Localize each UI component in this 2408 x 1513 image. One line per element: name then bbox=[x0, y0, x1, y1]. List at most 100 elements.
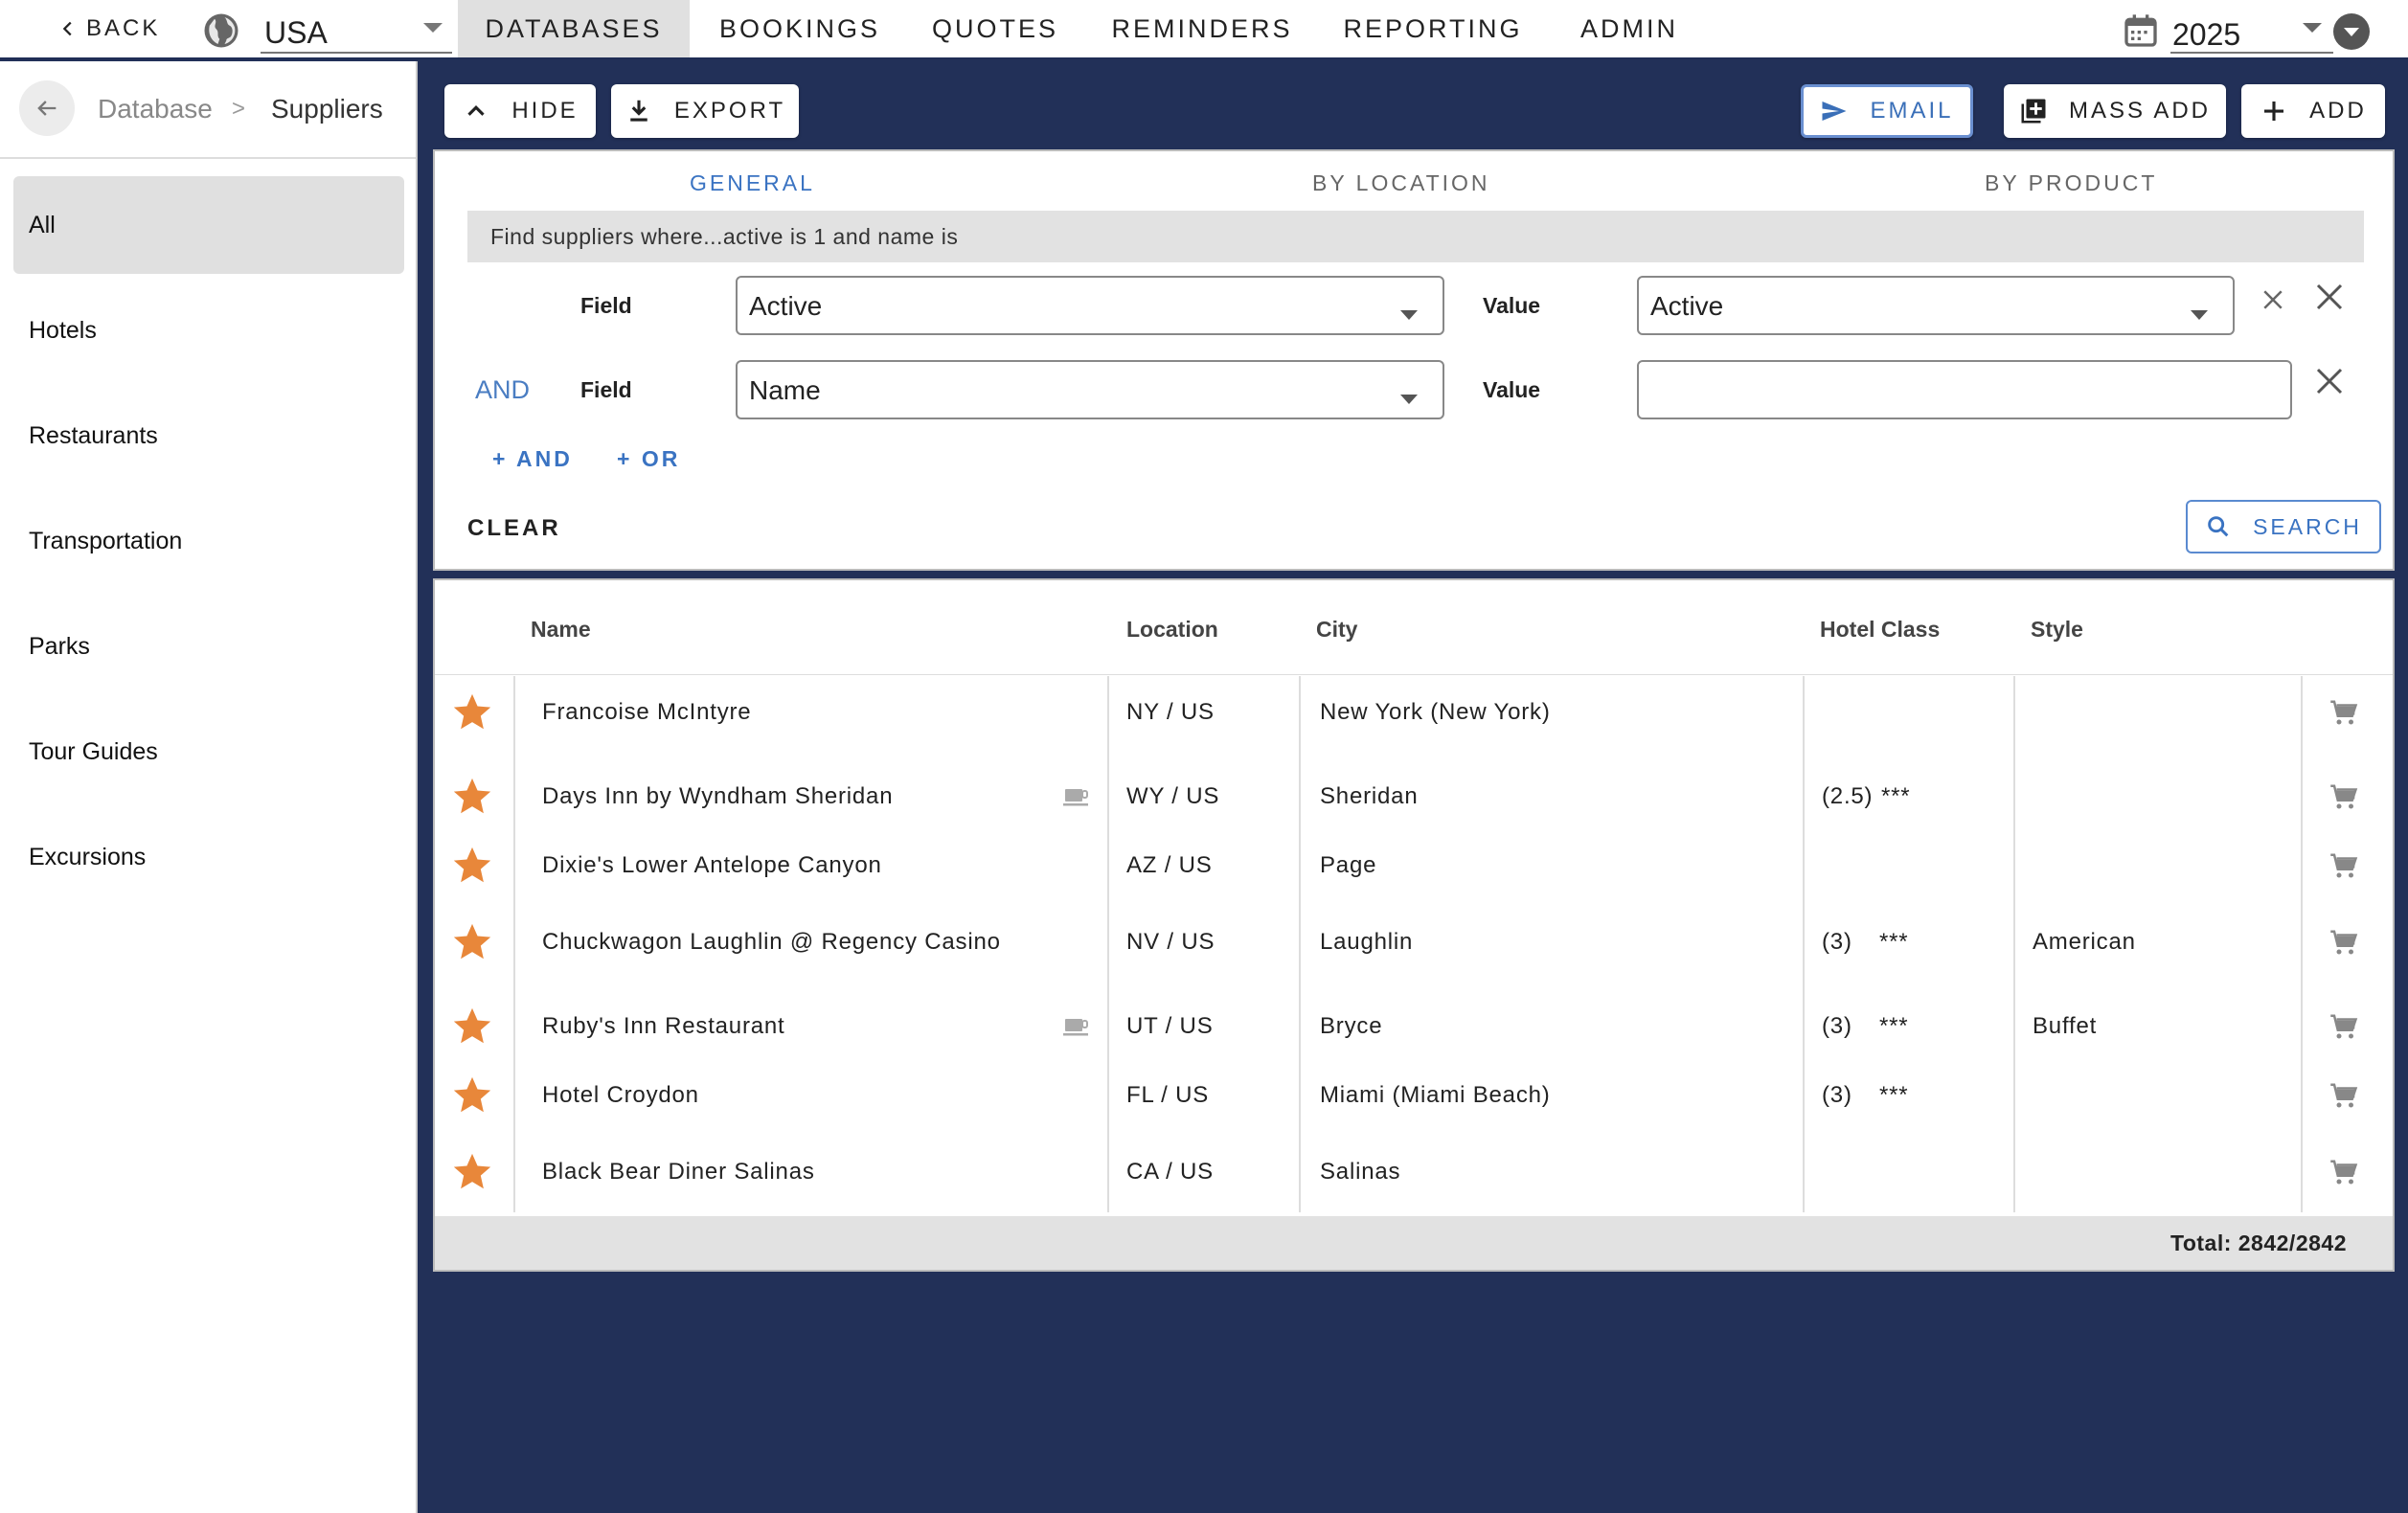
field-label: Field bbox=[580, 293, 632, 318]
cell-hotel-stars: *** bbox=[1879, 929, 1909, 955]
divider bbox=[0, 157, 416, 159]
tab-general[interactable]: GENERAL bbox=[690, 170, 815, 196]
cell-name[interactable]: Dixie's Lower Antelope Canyon bbox=[542, 852, 882, 879]
nav-tab-admin[interactable]: ADMIN bbox=[1567, 0, 1692, 57]
cell-city: Page bbox=[1320, 852, 1377, 878]
cell-city: Miami (Miami Beach) bbox=[1320, 1082, 1551, 1108]
field-select[interactable]: Name bbox=[736, 360, 1444, 419]
table-row[interactable]: Ruby's Inn Restaurant UT / US Bryce (3) … bbox=[435, 994, 2393, 1061]
tab-by-location[interactable]: BY LOCATION bbox=[1312, 170, 1490, 196]
divider bbox=[435, 674, 2393, 675]
cell-name[interactable]: Ruby's Inn Restaurant bbox=[542, 1013, 785, 1040]
column-header-name[interactable]: Name bbox=[531, 617, 591, 643]
cell-location: AZ / US bbox=[1126, 852, 1213, 878]
breadcrumb-back-button[interactable] bbox=[19, 80, 75, 136]
add-and-button[interactable]: + AND bbox=[492, 446, 573, 472]
field-select-value: Active bbox=[749, 291, 823, 321]
clear-button[interactable]: CLEAR bbox=[467, 515, 561, 542]
hide-button[interactable]: HIDE bbox=[444, 84, 596, 138]
cell-hotel-class: (3) bbox=[1822, 1082, 1852, 1108]
favorite-star-icon[interactable] bbox=[450, 844, 494, 888]
arrow-left-icon bbox=[37, 101, 57, 116]
nav-tab-reporting[interactable]: REPORTING bbox=[1339, 0, 1527, 57]
back-button[interactable]: BACK bbox=[57, 15, 160, 42]
favorite-star-icon[interactable] bbox=[450, 920, 494, 964]
calendar-icon bbox=[2124, 14, 2157, 47]
value-label: Value bbox=[1483, 377, 1541, 402]
hide-label: HIDE bbox=[511, 98, 579, 124]
sidebar-item-transportation[interactable]: Transportation bbox=[13, 492, 404, 590]
cell-hotel-stars: *** bbox=[1879, 1082, 1909, 1108]
cart-icon[interactable] bbox=[2329, 1012, 2358, 1041]
year-value: 2025 bbox=[2172, 17, 2241, 52]
user-menu-icon[interactable] bbox=[2333, 13, 2370, 50]
table-row[interactable]: Black Bear Diner Salinas CA / US Salinas bbox=[435, 1140, 2393, 1207]
cart-icon[interactable] bbox=[2329, 928, 2358, 957]
table-row[interactable]: Chuckwagon Laughlin @ Regency Casino NV … bbox=[435, 910, 2393, 977]
breadcrumb-separator: > bbox=[232, 96, 246, 122]
breadcrumb-parent[interactable]: Database bbox=[98, 94, 213, 124]
search-button[interactable]: SEARCH bbox=[2186, 500, 2381, 553]
value-select-value: Active bbox=[1650, 291, 1724, 321]
cart-icon[interactable] bbox=[2329, 1158, 2358, 1186]
cart-icon[interactable] bbox=[2329, 782, 2358, 811]
cell-name[interactable]: Hotel Croydon bbox=[542, 1082, 699, 1109]
favorite-star-icon[interactable] bbox=[450, 1150, 494, 1194]
cell-location: CA / US bbox=[1126, 1159, 1214, 1185]
field-select-value: Name bbox=[749, 375, 821, 405]
cell-name[interactable]: Francoise McIntyre bbox=[542, 699, 751, 726]
nav-tab-quotes[interactable]: QUOTES bbox=[920, 0, 1071, 57]
tab-by-product[interactable]: BY PRODUCT bbox=[1985, 170, 2157, 196]
column-header-city[interactable]: City bbox=[1316, 617, 1357, 643]
cell-hotel-class: (2.5) bbox=[1822, 783, 1874, 809]
sidebar-item-restaurants[interactable]: Restaurants bbox=[13, 387, 404, 485]
cell-name[interactable]: Black Bear Diner Salinas bbox=[542, 1159, 815, 1186]
favorite-star-icon[interactable] bbox=[450, 775, 494, 819]
mass-add-label: MASS ADD bbox=[2068, 98, 2212, 124]
sidebar-item-excursions[interactable]: Excursions bbox=[13, 808, 404, 906]
table-row[interactable]: Days Inn by Wyndham Sheridan WY / US She… bbox=[435, 764, 2393, 831]
year-select[interactable]: 2025 bbox=[2170, 6, 2333, 54]
cell-name[interactable]: Chuckwagon Laughlin @ Regency Casino bbox=[542, 929, 1001, 956]
add-button[interactable]: ADD bbox=[2241, 84, 2385, 138]
cart-icon[interactable] bbox=[2329, 1081, 2358, 1110]
mass-add-button[interactable]: MASS ADD bbox=[2004, 84, 2226, 138]
favorite-star-icon[interactable] bbox=[450, 690, 494, 734]
chevron-left-icon bbox=[62, 21, 72, 36]
column-header-location[interactable]: Location bbox=[1126, 617, 1218, 643]
country-select[interactable]: USA bbox=[261, 6, 452, 54]
sidebar-item-hotels[interactable]: Hotels bbox=[13, 282, 404, 379]
value-select[interactable]: Active bbox=[1637, 276, 2235, 335]
field-select[interactable]: Active bbox=[736, 276, 1444, 335]
sidebar-item-all[interactable]: All bbox=[13, 176, 404, 274]
cart-icon[interactable] bbox=[2329, 851, 2358, 880]
send-icon bbox=[1822, 102, 1847, 121]
export-button[interactable]: EXPORT bbox=[611, 84, 799, 138]
dropdown-caret-icon bbox=[1400, 310, 1418, 320]
cell-location: NV / US bbox=[1126, 929, 1215, 955]
cell-city: Bryce bbox=[1320, 1013, 1383, 1039]
nav-tab-bookings[interactable]: BOOKINGS bbox=[709, 0, 891, 57]
table-row[interactable]: Francoise McIntyre NY / US New York (New… bbox=[435, 680, 2393, 747]
cell-style: Buffet bbox=[2033, 1013, 2098, 1039]
cell-location: UT / US bbox=[1126, 1013, 1214, 1039]
column-header-style[interactable]: Style bbox=[2031, 617, 2083, 643]
cart-icon[interactable] bbox=[2329, 698, 2358, 727]
remove-condition-icon[interactable] bbox=[2312, 280, 2347, 314]
email-button[interactable]: EMAIL bbox=[1801, 84, 1973, 138]
cell-name[interactable]: Days Inn by Wyndham Sheridan bbox=[542, 783, 893, 810]
add-or-button[interactable]: + OR bbox=[617, 446, 680, 472]
sidebar-item-parks[interactable]: Parks bbox=[13, 598, 404, 695]
top-bar: BACK USA DATABASES BOOKINGS QUOTES REMIN… bbox=[0, 0, 2408, 59]
column-header-hotel-class[interactable]: Hotel Class bbox=[1820, 617, 1940, 643]
remove-condition-icon[interactable] bbox=[2312, 364, 2347, 398]
table-row[interactable]: Dixie's Lower Antelope Canyon AZ / US Pa… bbox=[435, 833, 2393, 900]
favorite-star-icon[interactable] bbox=[450, 1005, 494, 1049]
value-input[interactable] bbox=[1637, 360, 2292, 419]
nav-tab-databases[interactable]: DATABASES bbox=[458, 0, 690, 57]
sidebar-item-tour-guides[interactable]: Tour Guides bbox=[13, 703, 404, 801]
table-row[interactable]: Hotel Croydon FL / US Miami (Miami Beach… bbox=[435, 1063, 2393, 1130]
nav-tab-reminders[interactable]: REMINDERS bbox=[1102, 0, 1303, 57]
clear-value-icon[interactable] bbox=[2259, 285, 2287, 314]
favorite-star-icon[interactable] bbox=[450, 1073, 494, 1118]
